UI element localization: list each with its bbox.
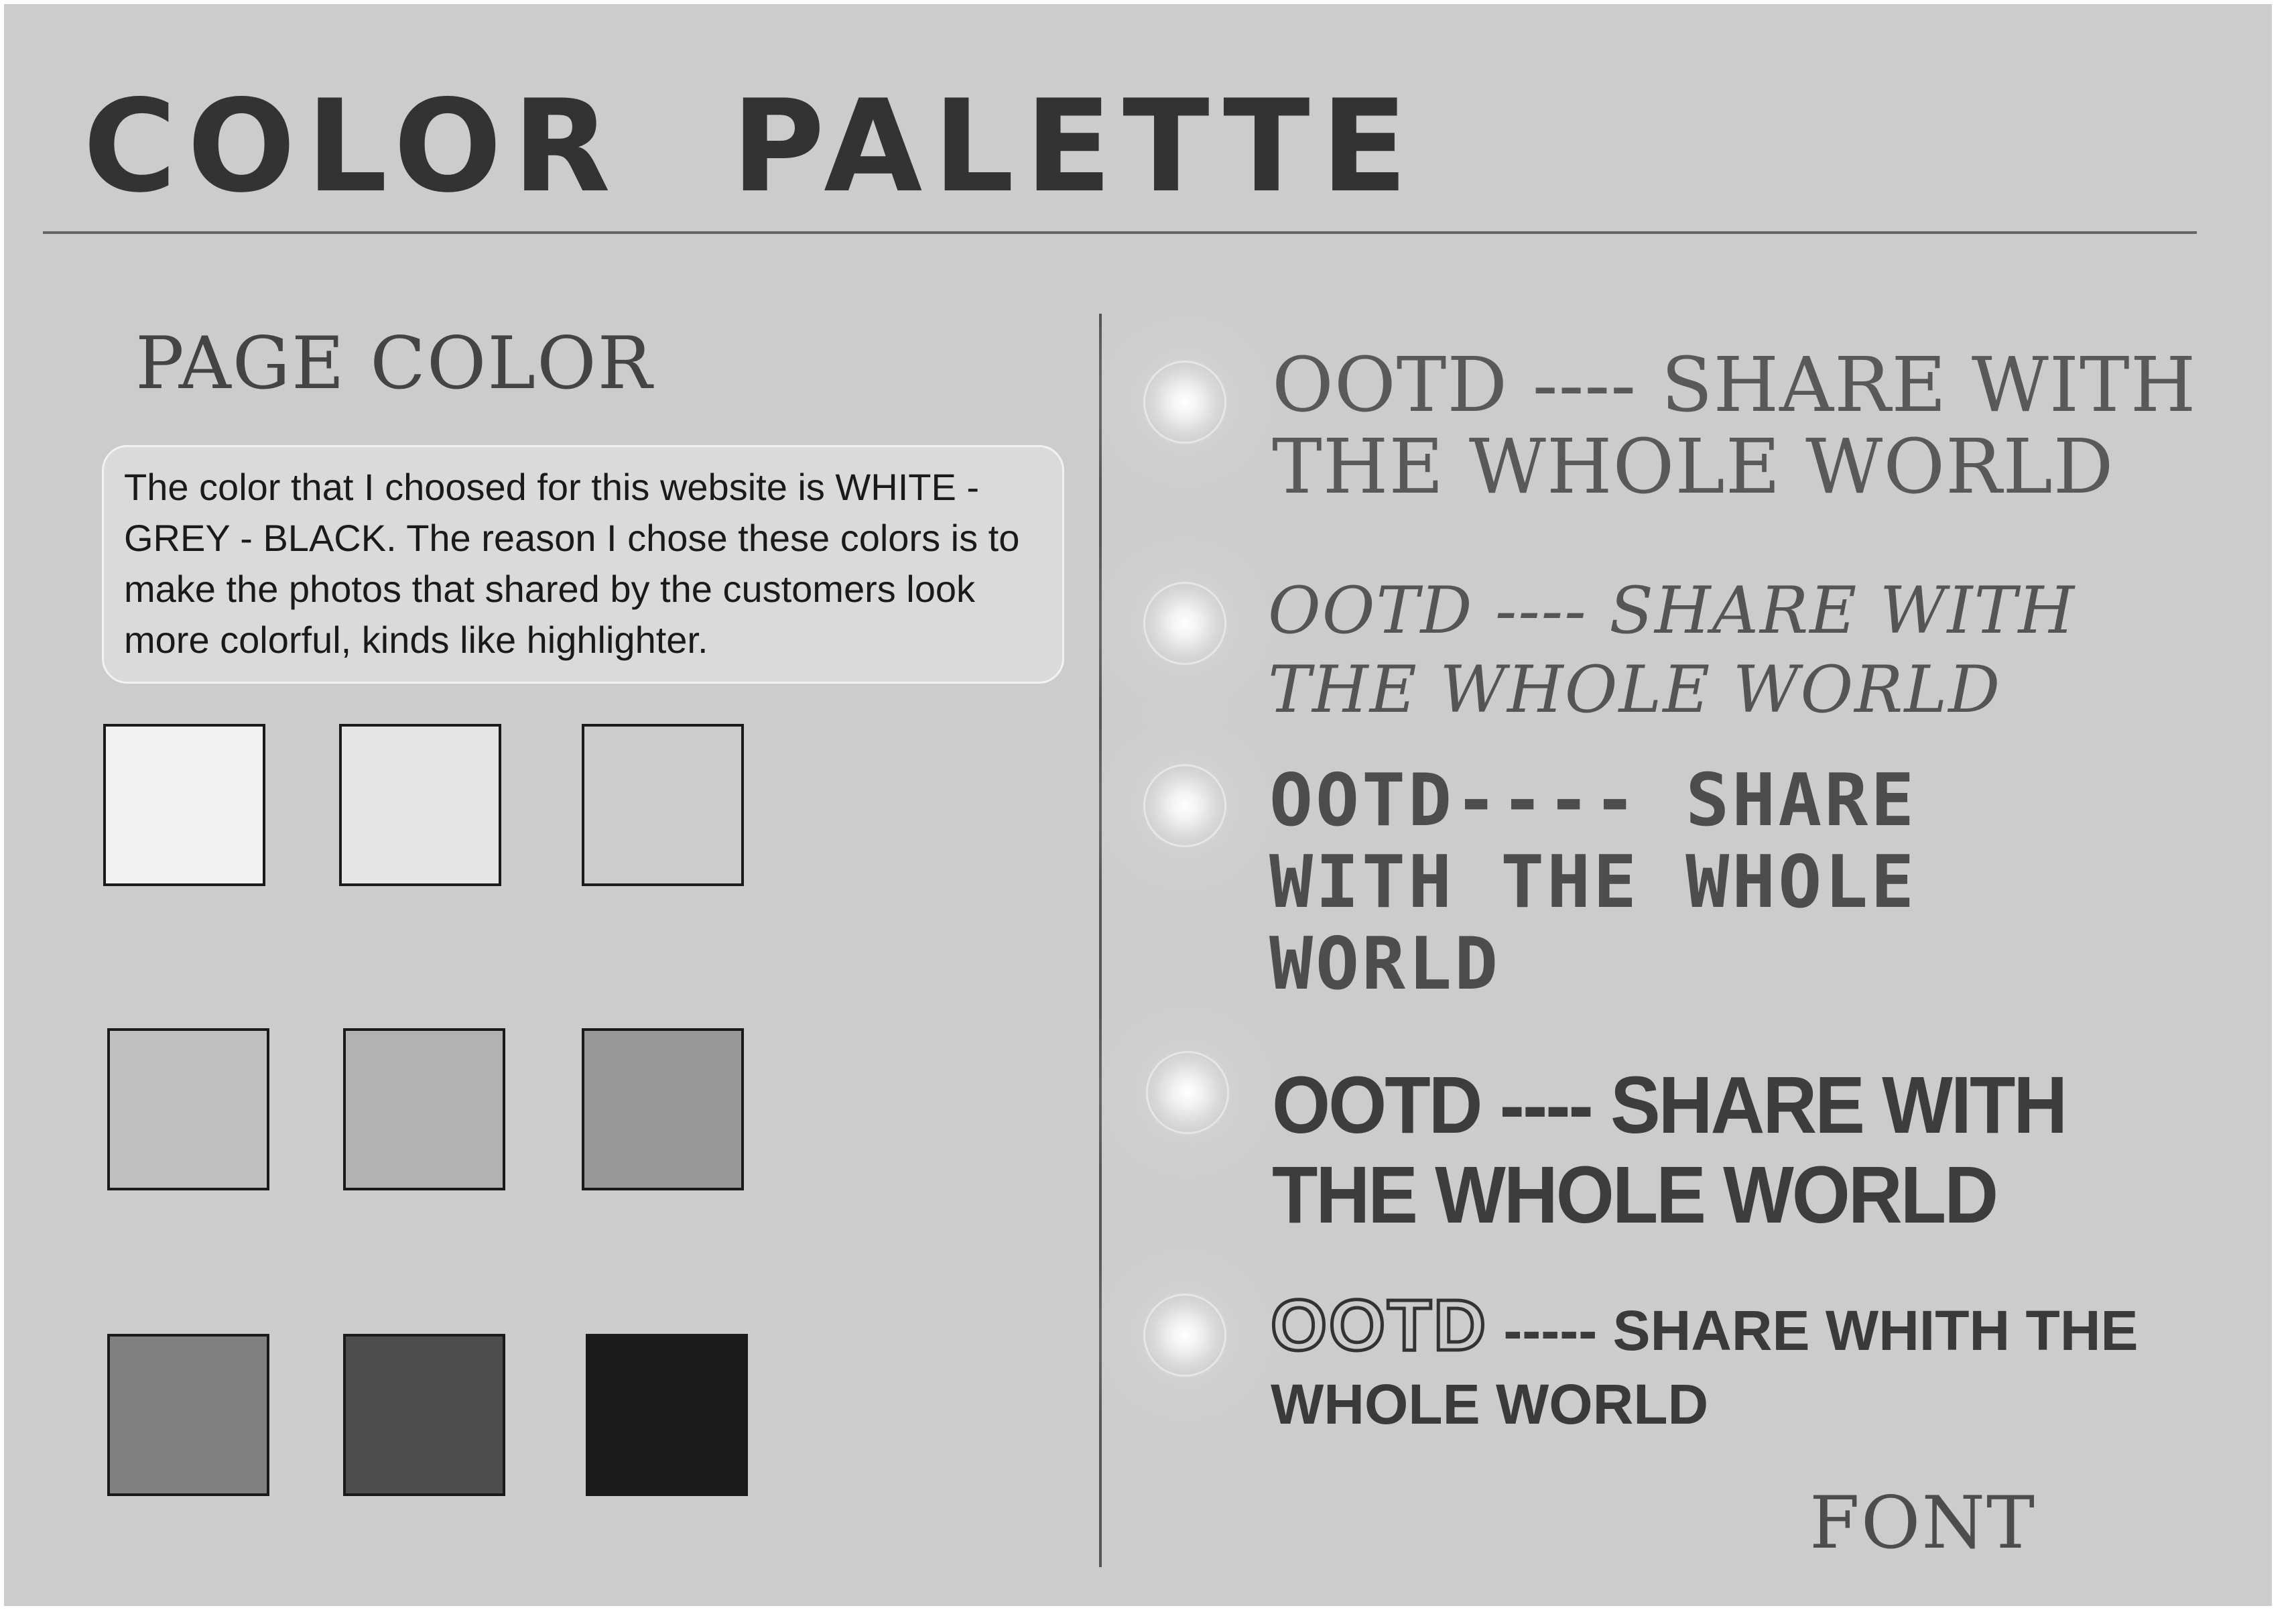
bullet-icon: [1143, 764, 1226, 847]
swatch-light-grey-2: [582, 724, 744, 886]
swatch-dark-grey-1: [107, 1334, 269, 1496]
swatch-light-grey-1: [339, 724, 501, 886]
bullet-icon: [1143, 582, 1226, 665]
swatch-grey-3: [582, 1028, 744, 1190]
swatch-black: [586, 1334, 748, 1496]
palette-board: COLOR PALETTE PAGE COLOR The color that …: [4, 4, 2272, 1606]
font-sample-4: OOTD ---- SHARE WITH THE WHOLE WORLD: [1272, 1059, 2067, 1240]
title-divider: [43, 231, 2197, 234]
font-heading: FONT: [1809, 1481, 2037, 1565]
swatch-grey-2: [343, 1028, 505, 1190]
font-sample-1: OOTD ---- SHARE WITH THE WHOLE WORLD: [1272, 342, 2197, 511]
font-sample-2: OOTD ---- SHARE WITH THE WHOLE WORLD: [1268, 573, 2076, 727]
swatch-grey-1: [107, 1028, 269, 1190]
page-color-heading: PAGE COLOR: [135, 322, 653, 406]
font-sample-5: OOTD ----- SHARE WHITH THE WHOLE WORLD: [1269, 1286, 2209, 1441]
bullet-icon: [1146, 1051, 1229, 1134]
swatch-white: [103, 724, 265, 886]
bullet-icon: [1143, 1294, 1226, 1377]
bullet-icon: [1143, 361, 1226, 444]
swatch-dark-grey-2: [343, 1334, 505, 1496]
font-sample-5-ootd: OOTD: [1269, 1284, 1488, 1365]
font-sample-3: OOTD---- SHARE WITH THE WHOLE WORLD: [1269, 759, 1917, 1006]
color-description-box: The color that I choosed for this websit…: [102, 445, 1064, 684]
font-sample-5-dashes: -----: [1503, 1299, 1598, 1362]
page-title: COLOR PALETTE: [83, 72, 1419, 221]
